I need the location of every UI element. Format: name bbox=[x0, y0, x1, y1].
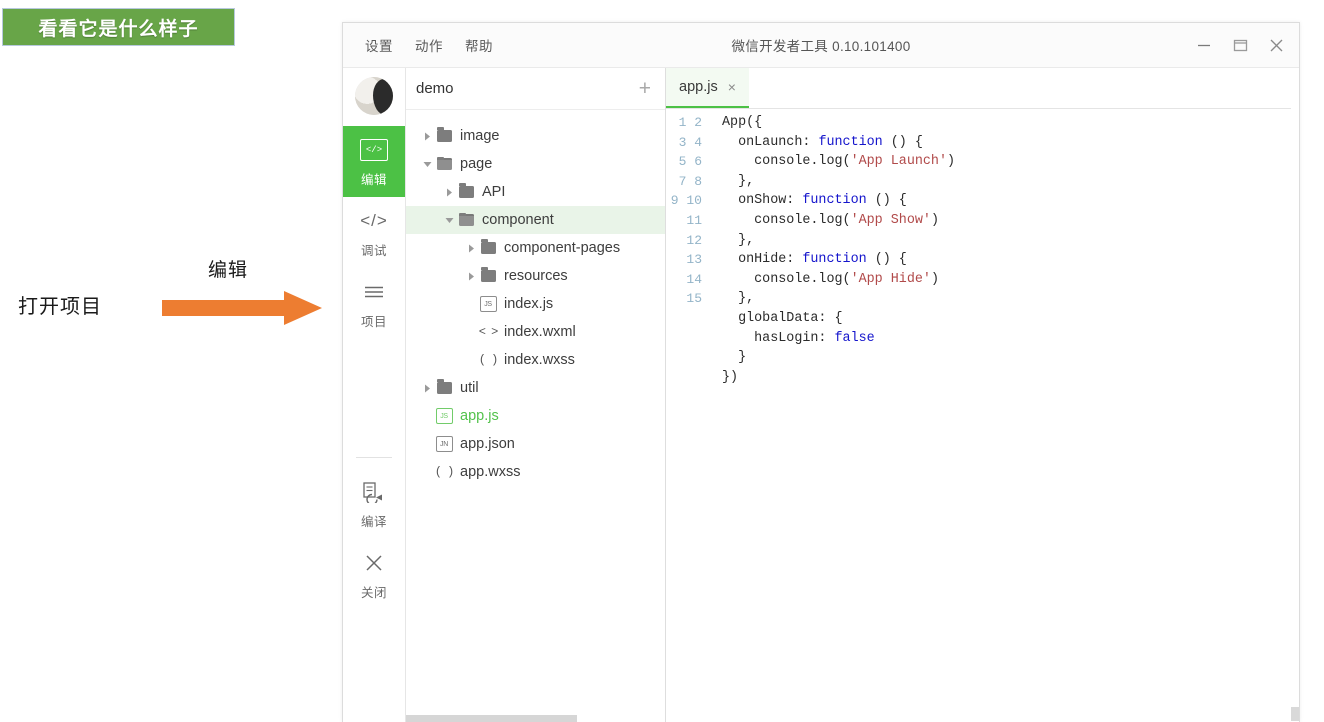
tree-row-label: index.js bbox=[504, 296, 553, 312]
tree-row-label: component bbox=[482, 212, 554, 228]
close-x-icon bbox=[364, 550, 384, 576]
file-tree-horizontal-scrollbar[interactable] bbox=[406, 715, 665, 722]
tab-close-icon[interactable]: × bbox=[728, 80, 736, 94]
editor-tabbar: app.js × bbox=[666, 68, 1299, 109]
tree-row[interactable]: component bbox=[406, 206, 665, 234]
folder-icon bbox=[456, 186, 476, 198]
rail-item-close-label: 关闭 bbox=[361, 582, 387, 601]
editor-vertical-scrollbar[interactable] bbox=[1291, 68, 1299, 722]
user-avatar[interactable] bbox=[355, 77, 393, 115]
tree-row[interactable]: resources bbox=[406, 262, 665, 290]
wxss-file-icon: ( ) bbox=[434, 465, 454, 479]
rail-item-edit-label: 编辑 bbox=[361, 169, 387, 188]
tree-row-label: API bbox=[482, 184, 505, 200]
minimize-icon[interactable] bbox=[1193, 34, 1215, 56]
close-icon[interactable] bbox=[1265, 34, 1287, 56]
code-viewport: 1 2 3 4 5 6 7 8 9 10 11 12 13 14 15 App(… bbox=[666, 109, 1299, 722]
chevron-right-icon[interactable] bbox=[464, 272, 478, 281]
menu-item-settings[interactable]: 设置 bbox=[365, 35, 393, 55]
rail-item-debug-label: 调试 bbox=[361, 240, 387, 259]
annotation-banner-text: 看看它是什么样子 bbox=[38, 14, 198, 41]
window-body: </> 编辑 </> 调试 bbox=[343, 68, 1299, 722]
rail-item-compile[interactable]: 编译 bbox=[343, 468, 405, 539]
window-controls bbox=[1193, 23, 1287, 67]
tree-row[interactable]: < > index.wxml bbox=[406, 318, 665, 346]
rail-item-project[interactable]: 项目 bbox=[343, 268, 405, 339]
rail-divider bbox=[356, 457, 392, 458]
chevron-right-icon[interactable] bbox=[464, 244, 478, 253]
tree-row-label: app.wxss bbox=[460, 464, 520, 480]
menubar: 设置 动作 帮助 bbox=[343, 35, 493, 55]
js-file-icon: JS bbox=[434, 408, 454, 424]
tree-row[interactable]: image bbox=[406, 122, 665, 150]
folder-icon bbox=[478, 242, 498, 254]
rail-item-edit[interactable]: </> 编辑 bbox=[343, 126, 405, 197]
annotation-edit-label: 编辑 bbox=[208, 255, 248, 282]
chevron-down-icon[interactable] bbox=[442, 217, 456, 224]
folder-icon bbox=[434, 130, 454, 142]
editor-area: app.js × 1 2 3 4 5 6 7 8 9 10 11 12 13 1… bbox=[666, 68, 1299, 722]
annotation-open-project-label: 打开项目 bbox=[18, 290, 102, 319]
add-file-button[interactable]: + bbox=[639, 78, 651, 99]
chevron-right-icon[interactable] bbox=[420, 132, 434, 141]
tree-row[interactable]: component-pages bbox=[406, 234, 665, 262]
tree-row[interactable]: API bbox=[406, 178, 665, 206]
menu-item-help[interactable]: 帮助 bbox=[465, 35, 493, 55]
tree-row[interactable]: util bbox=[406, 374, 665, 402]
screenshot-root: 看看它是什么样子 打开项目 编辑 设置 动作 帮助 微信开发者工具 0.10.1… bbox=[0, 0, 1324, 722]
tree-row-label: index.wxss bbox=[504, 352, 575, 368]
js-file-icon: JS bbox=[478, 296, 498, 312]
tree-row-label: app.js bbox=[460, 408, 499, 424]
file-tree-list[interactable]: image page API component component-pages reso… bbox=[406, 110, 665, 722]
tree-row[interactable]: JS app.js bbox=[406, 402, 665, 430]
app-window: 设置 动作 帮助 微信开发者工具 0.10.101400 bbox=[342, 22, 1300, 722]
folder-open-icon bbox=[456, 214, 476, 226]
tree-row-label: component-pages bbox=[504, 240, 620, 256]
tree-row-label: util bbox=[460, 380, 479, 396]
rail-item-project-label: 项目 bbox=[361, 311, 387, 330]
maximize-icon[interactable] bbox=[1229, 34, 1251, 56]
tree-row-label: resources bbox=[504, 268, 568, 284]
editor-code[interactable]: App({ onLaunch: function () { console.lo… bbox=[712, 113, 1299, 722]
folder-icon bbox=[478, 270, 498, 282]
code-box-icon: </> bbox=[360, 137, 388, 163]
window-titlebar: 设置 动作 帮助 微信开发者工具 0.10.101400 bbox=[343, 23, 1299, 68]
file-tree-header: demo + bbox=[406, 68, 665, 110]
tree-row-label: page bbox=[460, 156, 492, 172]
list-lines-icon bbox=[364, 279, 384, 305]
menu-item-actions[interactable]: 动作 bbox=[415, 35, 443, 55]
json-file-icon: JN bbox=[434, 436, 454, 452]
editor-gutter: 1 2 3 4 5 6 7 8 9 10 11 12 13 14 15 bbox=[666, 113, 712, 722]
rail-item-compile-label: 编译 bbox=[361, 511, 387, 530]
angle-brackets-icon: </> bbox=[360, 208, 388, 234]
tree-row[interactable]: ( ) index.wxss bbox=[406, 346, 665, 374]
avatar-silhouette bbox=[373, 79, 393, 115]
tree-row-label: index.wxml bbox=[504, 324, 576, 340]
tab-app-js[interactable]: app.js × bbox=[666, 68, 749, 108]
tree-row-label: image bbox=[460, 128, 500, 144]
tree-row-label: app.json bbox=[460, 436, 515, 452]
file-tree-panel: demo + image page API component component-pa… bbox=[406, 68, 666, 722]
tree-row[interactable]: ( ) app.wxss bbox=[406, 458, 665, 486]
tab-app-js-label: app.js bbox=[679, 79, 718, 95]
folder-open-icon bbox=[434, 158, 454, 170]
tree-row[interactable]: page bbox=[406, 150, 665, 178]
project-name: demo bbox=[416, 80, 454, 97]
annotation-banner: 看看它是什么样子 bbox=[2, 8, 235, 46]
wxml-file-icon: < > bbox=[478, 325, 498, 339]
chevron-down-icon[interactable] bbox=[420, 161, 434, 168]
icon-rail: </> 编辑 </> 调试 bbox=[343, 68, 406, 722]
rail-item-close[interactable]: 关闭 bbox=[343, 539, 405, 610]
tree-row[interactable]: JN app.json bbox=[406, 430, 665, 458]
rail-item-debug[interactable]: </> 调试 bbox=[343, 197, 405, 268]
chevron-right-icon[interactable] bbox=[442, 188, 456, 197]
folder-icon bbox=[434, 382, 454, 394]
tree-row[interactable]: JS index.js bbox=[406, 290, 665, 318]
annotation-arrow-icon bbox=[162, 291, 322, 325]
wxss-file-icon: ( ) bbox=[478, 353, 498, 367]
chevron-right-icon[interactable] bbox=[420, 384, 434, 393]
compile-refresh-icon bbox=[362, 479, 386, 505]
